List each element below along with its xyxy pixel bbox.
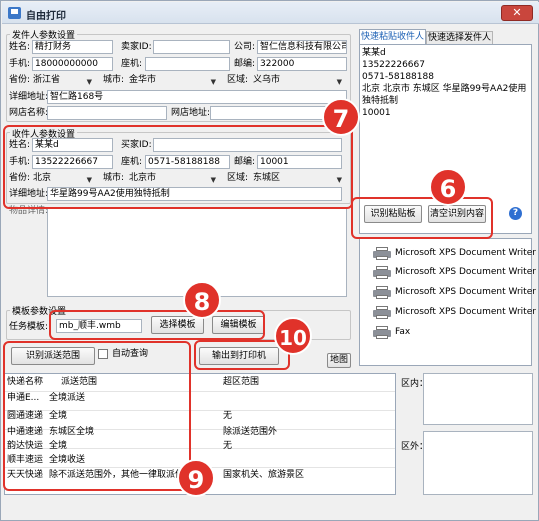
printer-item[interactable]: Microsoft XPS Document Writer [373, 303, 536, 322]
table-cell: 国家机关、旅游景区 [223, 470, 305, 480]
annotation-outline-8 [49, 310, 265, 340]
annotation-badge-8: 8 [183, 281, 221, 319]
sender-district-value: 义乌市 [253, 75, 281, 85]
annotation-outline-6 [351, 197, 493, 239]
printer-item[interactable]: Microsoft XPS Document Writer P [373, 263, 539, 282]
help-icon[interactable]: ? [509, 207, 522, 220]
annotation-badge-10: 10 [274, 317, 312, 355]
area-outside-textarea[interactable] [423, 431, 533, 495]
shop-name-field[interactable] [47, 106, 167, 120]
printer-name: Fax [395, 327, 411, 337]
printer-item[interactable]: Fax [373, 323, 533, 342]
paste-line: 0571-58188188 [362, 72, 434, 82]
area-inside-textarea[interactable] [423, 373, 533, 425]
chevron-down-icon: ▼ [86, 78, 92, 86]
task-template-label: 任务模板: [9, 322, 49, 332]
annotation-outline-7 [3, 125, 353, 209]
app-window: 自由打印 ✕ 发件人参数设置 姓名: 精打财务 卖家ID: 公司: 智仁信息科技… [0, 0, 539, 521]
title-bar: 自由打印 ✕ [2, 2, 539, 24]
printer-icon [373, 247, 391, 260]
printer-name: Microsoft XPS Document Writer P [395, 287, 539, 297]
paste-line: 独特抵制 [362, 96, 399, 106]
printer-name: Microsoft XPS Document Writer [395, 307, 536, 317]
fax-icon [373, 326, 391, 339]
sender-province-label: 省份: [9, 75, 31, 85]
sender-city-value: 金华市 [129, 75, 157, 85]
printer-name: Microsoft XPS Document Writer P [395, 248, 539, 258]
window-title: 自由打印 [26, 11, 66, 22]
sender-company-field[interactable]: 智仁信息科技有限公司 [257, 40, 347, 54]
sender-mobile-label: 手机: [9, 59, 31, 69]
table-cell: 无 [223, 441, 233, 451]
sender-district-label: 区域: [227, 75, 249, 85]
chevron-down-icon: ▼ [210, 78, 216, 86]
sender-city-label: 城市: [103, 75, 125, 85]
annotation-badge-6: 6 [429, 168, 467, 206]
sender-mobile-field[interactable]: 18000000000 [32, 57, 113, 71]
sender-district-select[interactable]: 义乌市 ▼ [252, 74, 342, 88]
sender-landline-label: 座机: [121, 59, 143, 69]
table-header-outside: 超区范围 [223, 377, 260, 387]
shop-name-label: 网店名称: [9, 108, 49, 118]
annotation-badge-9: 9 [177, 459, 215, 497]
annotation-badge-7: 7 [322, 98, 360, 136]
printer-name: Microsoft XPS Document Writer P [395, 267, 539, 277]
printer-item[interactable]: Microsoft XPS Document Writer P [373, 283, 539, 302]
close-button[interactable]: ✕ [501, 5, 533, 21]
paste-line: 10001 [362, 108, 391, 118]
sender-address-label: 详细地址: [9, 92, 49, 102]
chevron-down-icon: ▼ [336, 78, 342, 86]
map-button[interactable]: 地图 [327, 353, 351, 368]
printer-icon [373, 286, 391, 299]
sender-name-label: 姓名: [9, 42, 31, 52]
paste-line: 北京 北京市 东城区 华星路99号AA2使用 [362, 84, 527, 94]
shop-url-label: 网店地址: [171, 108, 211, 118]
tab-select-sender[interactable]: 快速选择发件人 [426, 31, 493, 45]
sender-address-field[interactable]: 智仁路168号 [47, 90, 347, 104]
sender-name-field[interactable]: 精打财务 [32, 40, 113, 54]
app-icon [8, 7, 21, 19]
seller-id-field[interactable] [153, 40, 230, 54]
printer-item[interactable]: Microsoft XPS Document Writer P [373, 244, 539, 263]
tab-paste-receiver[interactable]: 快速粘贴收件人 [359, 29, 426, 45]
tab-select-sender-label: 快速选择发件人 [427, 33, 491, 43]
printer-icon [373, 306, 391, 319]
sender-company-label: 公司: [234, 42, 256, 52]
tab-paste-receiver-label: 快速粘贴收件人 [360, 32, 424, 42]
paste-line: 某某d [362, 48, 386, 58]
annotation-outline-9 [3, 341, 191, 491]
sender-landline-field[interactable] [145, 57, 230, 71]
sender-province-select[interactable]: 浙江省 ▼ [32, 74, 92, 88]
sender-province-value: 浙江省 [33, 75, 61, 85]
sender-postcode-label: 邮编: [234, 59, 256, 69]
printer-icon [373, 266, 391, 279]
sender-postcode-field[interactable]: 322000 [257, 57, 347, 71]
paste-line: 13522226667 [362, 60, 425, 70]
seller-id-label: 卖家ID: [121, 42, 152, 52]
sender-city-select[interactable]: 金华市 ▼ [128, 74, 216, 88]
